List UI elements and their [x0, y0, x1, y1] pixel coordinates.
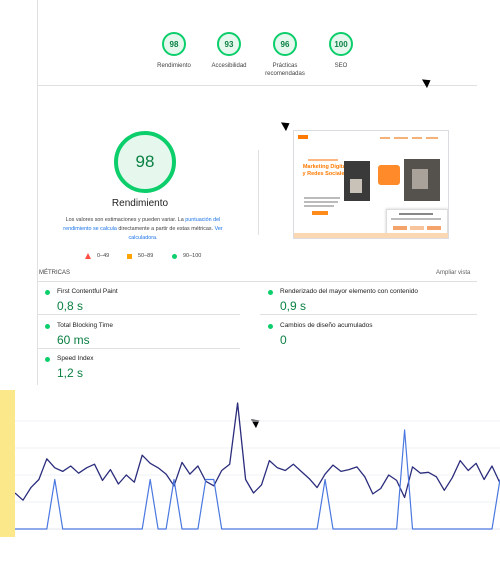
- preview-text-line: [304, 197, 340, 199]
- metric-name: First Contentful Paint: [57, 288, 118, 295]
- metric-value: 0,9 s: [280, 299, 307, 313]
- preview-text-line: [304, 205, 334, 207]
- final-screenshot[interactable]: Marketing Digital y Redes Sociales: [293, 130, 449, 239]
- square-icon: [127, 253, 132, 259]
- pass-icon: [268, 324, 273, 329]
- expand-view-toggle[interactable]: Ampliar vista: [436, 270, 470, 276]
- metric-value: 1,2 s: [57, 366, 84, 380]
- circle-icon: [172, 253, 177, 259]
- note-text: Los valores son estimaciones y pueden va…: [65, 217, 186, 223]
- chart-series: [15, 402, 500, 530]
- preview-nav: [394, 137, 408, 139]
- preview-dialog-button: [427, 226, 441, 230]
- score-gauge-seo[interactable]: 100 SEO: [296, 32, 386, 70]
- note-text: directamente a partir de estas métricas.: [116, 226, 215, 232]
- performance-title: Rendimiento: [111, 198, 169, 209]
- preview-photo: [412, 169, 428, 189]
- legend-fail: 0–49: [85, 253, 109, 259]
- legend-average: 50–89: [127, 253, 153, 259]
- metrics-top-divider: [37, 281, 477, 282]
- preview-dialog-button: [410, 226, 424, 230]
- chart-grid: [15, 420, 500, 530]
- pass-icon: [45, 324, 50, 329]
- legend-label: 50–89: [138, 253, 154, 259]
- metric-divider-right-1: [260, 314, 477, 315]
- metric-name: Total Blocking Time: [57, 322, 113, 329]
- mouse-cursor-icon: [280, 118, 293, 132]
- series-line-1: [15, 402, 500, 501]
- metric-value: 0,8 s: [57, 299, 84, 313]
- pass-icon: [268, 290, 273, 295]
- legend-label: 0–49: [97, 253, 110, 259]
- score-ring: 100: [329, 32, 353, 56]
- metric-name: Speed Index: [57, 355, 94, 362]
- header-divider: [37, 85, 477, 86]
- preview-eyebrow: [308, 159, 338, 161]
- preview-text-line: [304, 201, 338, 203]
- metric-value: 60 ms: [57, 333, 90, 347]
- metric-value: 0: [280, 333, 287, 347]
- preview-logo: [298, 135, 308, 139]
- pass-icon: [45, 290, 50, 295]
- preview-illustration: [378, 165, 400, 185]
- preview-text-line: [391, 218, 441, 220]
- mouse-cursor-icon: [421, 75, 434, 89]
- score-label: SEO: [334, 63, 348, 69]
- series-line-2: [15, 429, 500, 530]
- preview-dialog-button: [393, 226, 407, 230]
- pass-icon: [45, 357, 50, 362]
- metric-divider-left-1: [37, 314, 240, 315]
- activity-chart: [15, 402, 500, 530]
- left-divider: [37, 0, 38, 385]
- preview-text-line: [399, 213, 433, 215]
- yellow-side-bar: [0, 390, 15, 537]
- metric-name: Renderizado del mayor elemento con conte…: [280, 288, 419, 295]
- legend-label: 90–100: [183, 253, 202, 259]
- preview-cta-button: [312, 211, 328, 215]
- metric-divider-left-2: [37, 348, 240, 349]
- preview-footer: [294, 233, 448, 238]
- preview-photo: [350, 179, 362, 193]
- preview-nav: [426, 137, 438, 139]
- metrics-title: MÉTRICAS: [39, 270, 71, 276]
- triangle-icon: [85, 253, 91, 259]
- performance-score-gauge: 98: [114, 131, 176, 193]
- score-ring: 98: [162, 32, 186, 56]
- performance-note: Los valores son estimaciones y pueden va…: [58, 216, 228, 243]
- preview-nav: [380, 137, 390, 139]
- center-divider: [258, 150, 259, 235]
- metric-name: Cambios de diseño acumulados: [280, 322, 373, 329]
- score-ring: 96: [273, 32, 297, 56]
- preview-headline: Marketing Digital y Redes Sociales: [302, 164, 348, 177]
- preview-nav: [412, 137, 422, 139]
- legend-pass: 90–100: [172, 253, 201, 259]
- score-ring: 93: [217, 32, 241, 56]
